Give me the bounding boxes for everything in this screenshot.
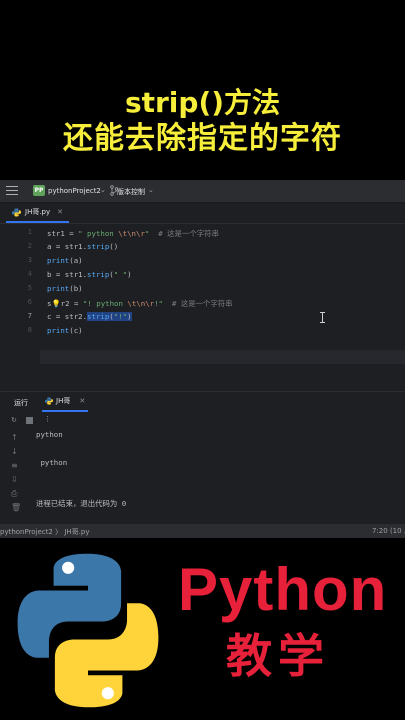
brand-title: Python <box>178 556 388 623</box>
run-sidebar: ↑ ↓ ≡ ⇩ ⎙ 🗑 <box>0 427 30 524</box>
stop-icon[interactable] <box>26 417 33 424</box>
more-options-icon[interactable]: ⋮ <box>44 415 51 423</box>
file-tab-label: JH哥.py <box>25 208 51 216</box>
python-file-icon <box>12 207 21 217</box>
print-icon[interactable]: ⎙ <box>11 489 17 499</box>
caption-line-2: 还能去除指定的字符 <box>63 121 342 156</box>
line-number: 1 <box>27 228 32 236</box>
rerun-icon[interactable]: ↻ <box>11 416 17 424</box>
code-line-5: print(b) <box>47 284 83 293</box>
line-number: 2 <box>27 242 32 250</box>
caption-line-1: strip()方法 <box>124 86 281 119</box>
line-number-gutter: 1 2 3 4 5 6 7 8 <box>0 224 40 390</box>
code-line-8: print(c) <box>47 326 83 335</box>
video-caption: strip()方法 还能去除指定的字符 <box>0 86 405 158</box>
code-line-2: a = str1.strip() <box>47 242 119 251</box>
editor-tab-bar: JH哥.py ✕ <box>0 203 405 224</box>
code-line-3: print(a) <box>47 256 83 265</box>
text-selection: strip("!") <box>87 312 132 321</box>
run-tool-window: 运行 JH哥 ✕ ↻ ⋮ ↑ ↓ ≡ ⇩ ⎙ 🗑 python python 进… <box>0 391 405 524</box>
current-line-highlight <box>40 350 405 364</box>
console-exit-message: 进程已结束，退出代码为 0 <box>36 499 127 508</box>
scroll-to-end-icon[interactable]: ⇩ <box>11 475 18 484</box>
line-number: 4 <box>27 270 32 278</box>
run-label: 运行 <box>14 399 28 407</box>
line-number: 3 <box>27 256 32 264</box>
line-number-current: 7 <box>27 312 32 320</box>
file-tab[interactable]: JH哥.py ✕ <box>6 203 70 223</box>
close-icon[interactable]: ✕ <box>79 397 85 405</box>
project-selector[interactable]: pythonProject2 <box>48 187 101 195</box>
run-tab-label: JH哥 <box>56 397 71 405</box>
code-line-6: s💡r2 = "! python \t\n\r!" # 这是一个字符串 <box>47 299 233 308</box>
line-number: 5 <box>27 284 32 292</box>
arrow-up-icon[interactable]: ↑ <box>11 433 18 442</box>
lightbulb-icon[interactable]: 💡 <box>51 299 60 308</box>
python-logo <box>17 553 159 708</box>
brand-subtitle: 教学 <box>226 629 330 683</box>
run-config-tab[interactable]: JH哥 ✕ <box>42 392 89 412</box>
run-toolbar: ↻ ⋮ <box>0 413 405 427</box>
caret-position[interactable]: 7:20 (10 . <box>372 527 405 535</box>
console-output-line: python <box>36 430 63 439</box>
line-number: 8 <box>27 326 32 334</box>
code-line-7: c = str2.strip("!") <box>47 312 132 321</box>
trash-icon[interactable]: 🗑 <box>11 503 21 512</box>
line-number: 6 <box>27 298 32 306</box>
python-file-icon <box>45 397 53 405</box>
soft-wrap-icon[interactable]: ≡ <box>11 461 18 470</box>
hamburger-menu-icon[interactable] <box>6 186 18 196</box>
code-line-1: str1 = " python \t\n\r" # 这是一个字符串 <box>47 229 219 238</box>
run-header: 运行 JH哥 ✕ <box>0 392 405 412</box>
close-icon[interactable]: ✕ <box>57 208 63 216</box>
console-output-line: python <box>36 458 68 467</box>
ide-window: PP pythonProject2 ⌄ 版本控制 ⌄ JH哥.py ✕ 1 2 … <box>0 180 405 538</box>
status-bar: pythonProject2 〉 JH哥.py 7:20 (10 . <box>0 524 405 538</box>
project-badge[interactable]: PP <box>33 185 45 196</box>
code-editor[interactable]: 1 2 3 4 5 6 7 8 str1 = " python \t\n\r" … <box>0 224 405 390</box>
text-cursor-icon <box>320 312 325 323</box>
chevron-down-icon[interactable]: ⌄ <box>100 186 106 194</box>
breadcrumb[interactable]: pythonProject2 〉 JH哥.py <box>0 527 89 537</box>
code-line-4: b = str1.strip(" ") <box>47 270 132 279</box>
chevron-down-icon[interactable]: ⌄ <box>148 186 154 194</box>
arrow-down-icon[interactable]: ↓ <box>11 447 18 456</box>
title-bar: PP pythonProject2 ⌄ 版本控制 ⌄ <box>0 180 405 203</box>
version-control-menu[interactable]: 版本控制 <box>117 187 145 197</box>
